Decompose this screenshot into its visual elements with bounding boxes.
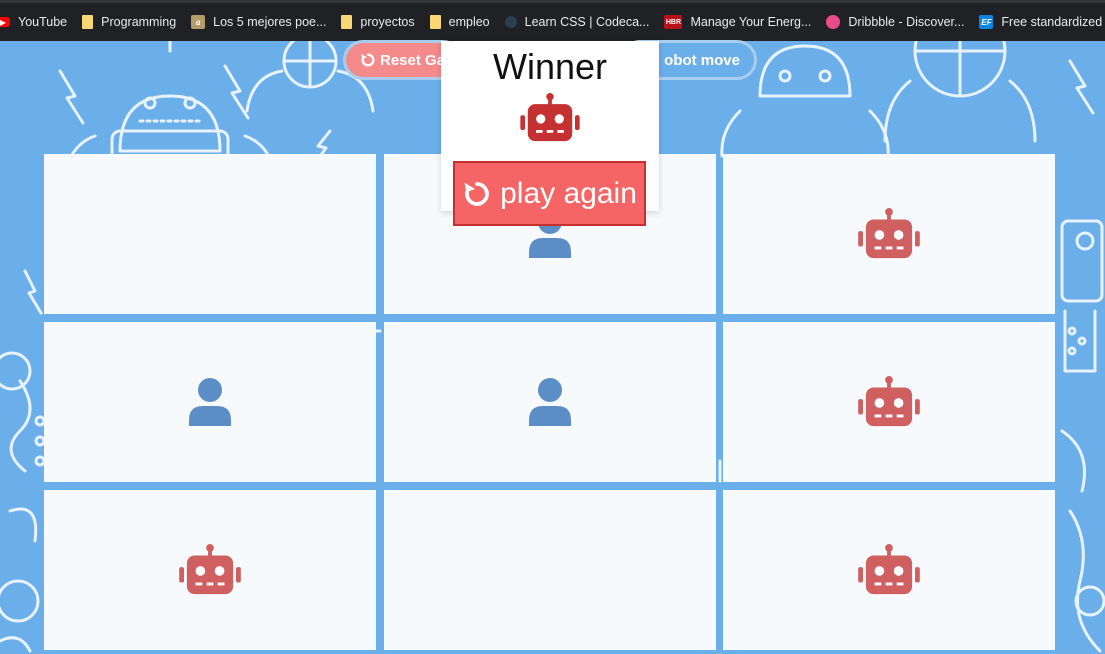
bookmark-hbr[interactable]: HBR Manage Your Energ... [664,15,811,29]
robot-icon [858,544,920,595]
bookmark-dribbble[interactable]: Dribbble - Discover... [826,15,964,29]
codecademy-icon [504,16,517,28]
board-cell[interactable] [44,490,376,650]
bookmark-empleo[interactable]: empleo [429,15,490,29]
folder-icon [341,15,353,29]
winner-robot-icon [519,93,581,148]
board-cell[interactable] [723,322,1055,482]
board-cell[interactable] [44,322,376,482]
undo-icon [464,181,489,206]
board-cell[interactable] [384,322,716,482]
hbr-icon: HBR [664,15,683,29]
poems-site-icon: a [191,15,206,29]
bookmark-poems[interactable]: a Los 5 mejores poe... [191,15,326,29]
user-icon [189,378,231,426]
board-cell[interactable] [723,490,1055,650]
robot-icon [179,544,241,595]
folder-icon [429,15,441,29]
ef-icon: EF [979,15,994,29]
folder-icon [82,15,94,29]
robot-icon [858,208,920,259]
winner-title: Winner [492,46,608,87]
robot-icon [858,376,920,427]
bookmark-ef[interactable]: EF Free standardized [979,15,1102,29]
board-cell[interactable] [384,490,716,650]
dribbble-icon [826,15,841,29]
bookmark-programming[interactable]: Programming [82,15,176,29]
bookmark-youtube[interactable]: ▶ YouTube [0,15,67,29]
undo-icon [361,53,375,67]
user-icon [529,378,571,426]
board-cell[interactable] [44,154,376,314]
youtube-icon: ▶ [0,17,10,27]
robot-icon [520,93,580,142]
play-again-button[interactable]: play again [453,161,646,226]
bookmarks-bar: ▶ YouTube Programming a Los 5 mejores poe.… [0,0,1105,41]
bookmark-codecademy[interactable]: Learn CSS | Codeca... [504,15,649,29]
board-cell[interactable] [723,154,1055,314]
bookmark-proyectos[interactable]: proyectos [341,15,415,29]
